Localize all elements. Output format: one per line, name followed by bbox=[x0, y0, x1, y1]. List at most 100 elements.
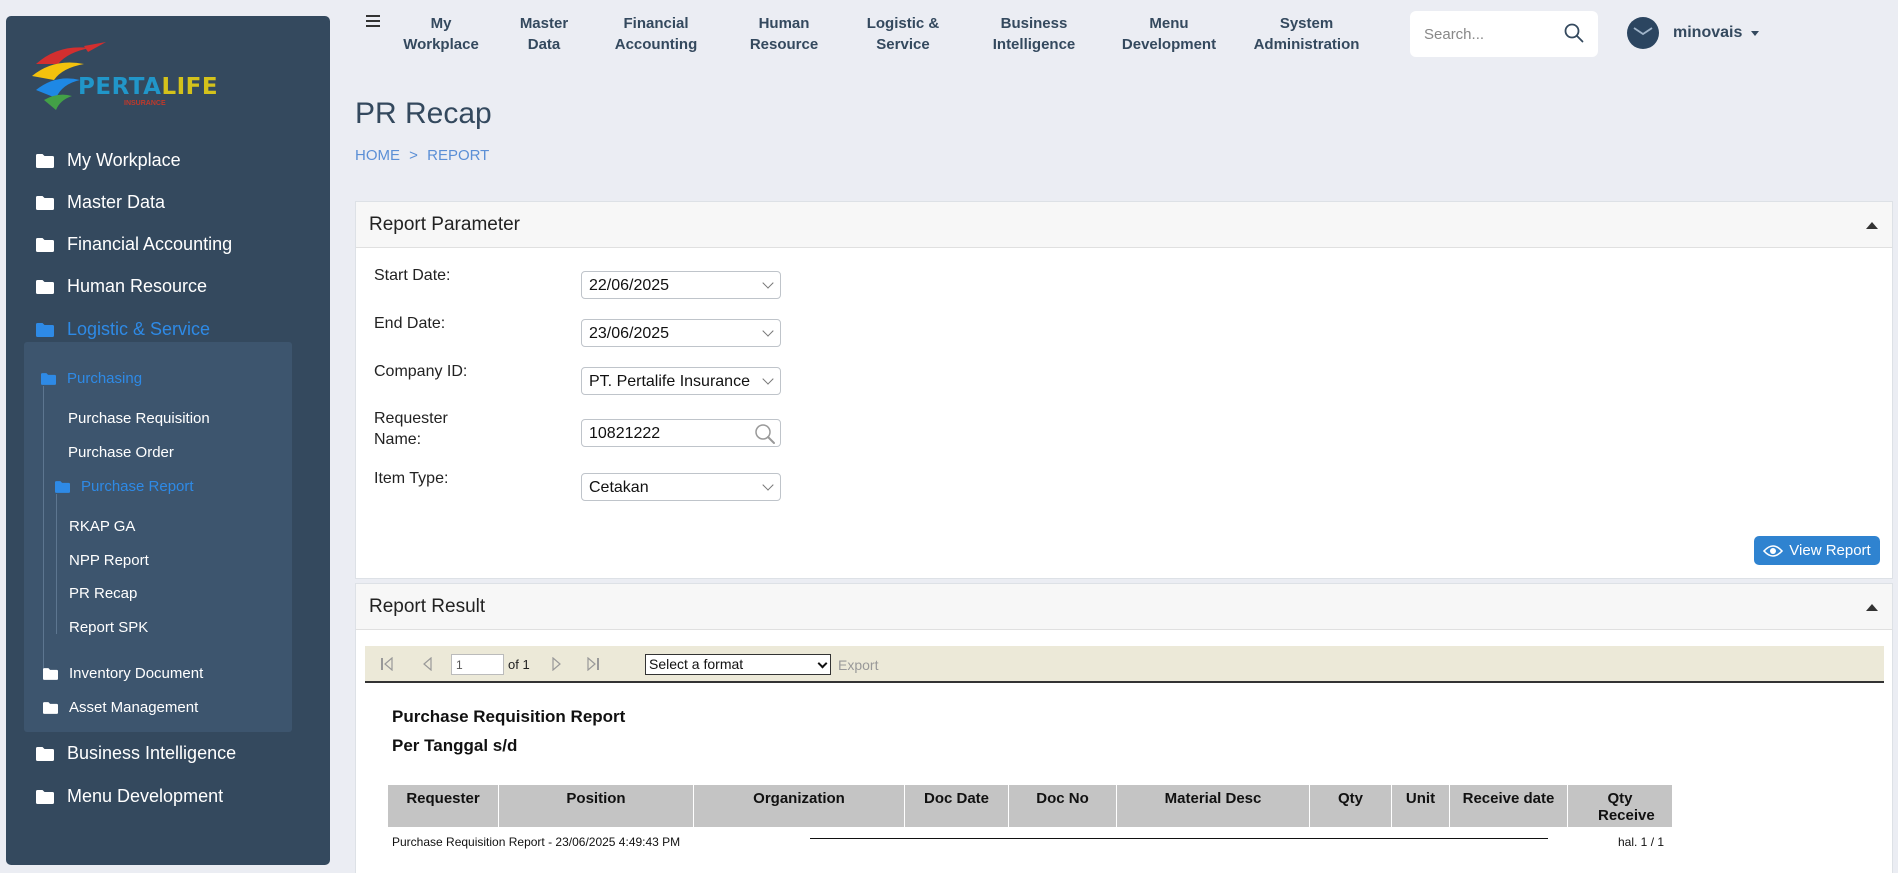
start-date-label: Start Date: bbox=[374, 267, 451, 284]
company-id-select[interactable]: PT. Pertalife Insurance bbox=[581, 367, 781, 395]
column-header-doc-date: Doc Date bbox=[905, 785, 1009, 827]
avatar bbox=[1627, 17, 1659, 49]
sidebar-item-rkap-ga[interactable]: RKAP GA bbox=[69, 518, 135, 535]
topnav-master-data[interactable]: Master Data bbox=[504, 13, 584, 55]
sidebar-item-purchase-order[interactable]: Purchase Order bbox=[68, 444, 174, 461]
sidebar-item-label: Financial Accounting bbox=[67, 234, 233, 254]
folder-open-icon bbox=[41, 372, 56, 385]
end-date-value: 23/06/2025 bbox=[589, 325, 670, 342]
export-format-select[interactable]: Select a format bbox=[645, 654, 831, 675]
view-report-button[interactable]: View Report bbox=[1754, 536, 1880, 565]
sidebar-item-my-workplace[interactable]: My Workplace bbox=[36, 150, 181, 171]
sidebar-item-label: Business Intelligence bbox=[67, 743, 237, 763]
folder-icon bbox=[36, 237, 54, 252]
last-page-icon[interactable] bbox=[586, 657, 600, 671]
folder-icon bbox=[43, 667, 58, 680]
topnav-logistic-service[interactable]: Logistic & Service bbox=[853, 13, 953, 55]
sidebar-item-label: Purchase Report bbox=[81, 478, 194, 495]
chevron-down-icon bbox=[762, 373, 774, 385]
tree-line bbox=[56, 494, 57, 634]
topnav-human-resource[interactable]: Human Resource bbox=[734, 13, 834, 55]
report-parameter-panel: Report Parameter Start Date: 22/06/2025 … bbox=[355, 201, 1893, 579]
column-header-receive-date: Receive date bbox=[1450, 785, 1568, 827]
sidebar-item-label: RKAP GA bbox=[69, 518, 136, 535]
sidebar-item-financial-accounting[interactable]: Financial Accounting bbox=[36, 234, 232, 255]
column-header-requester: Requester bbox=[388, 785, 499, 827]
sidebar-item-npp-report[interactable]: NPP Report bbox=[69, 552, 149, 569]
first-page-icon[interactable] bbox=[380, 657, 394, 671]
sidebar-item-master-data[interactable]: Master Data bbox=[36, 192, 165, 213]
topnav-system-administration[interactable]: System Administration bbox=[1249, 13, 1364, 55]
column-header-organization: Organization bbox=[694, 785, 905, 827]
report-table-header: Requester Position Organization Doc Date… bbox=[388, 785, 1672, 827]
column-header-unit: Unit bbox=[1392, 785, 1450, 827]
sidebar-item-label: Purchase Requisition bbox=[68, 410, 210, 427]
breadcrumb-home[interactable]: HOME bbox=[355, 147, 400, 164]
start-date-field[interactable]: 22/06/2025 bbox=[581, 271, 781, 299]
folder-icon bbox=[36, 789, 54, 804]
breadcrumb-report[interactable]: REPORT bbox=[427, 147, 489, 164]
end-date-field[interactable]: 23/06/2025 bbox=[581, 319, 781, 347]
requester-name-field[interactable]: 10821222 bbox=[581, 419, 781, 447]
sidebar-item-label: Purchase Order bbox=[68, 444, 174, 461]
logo-wordmark: PERTALIFE bbox=[78, 74, 219, 100]
folder-icon bbox=[36, 195, 54, 210]
sidebar-item-label: Asset Management bbox=[69, 699, 199, 716]
envelope-icon bbox=[1633, 27, 1653, 36]
sidebar-item-human-resource[interactable]: Human Resource bbox=[36, 276, 207, 297]
export-link[interactable]: Export bbox=[838, 657, 878, 673]
sidebar-item-label: My Workplace bbox=[67, 150, 181, 170]
sidebar-item-label: Purchasing bbox=[67, 370, 143, 387]
folder-open-icon bbox=[36, 322, 54, 337]
sidebar-item-report-spk[interactable]: Report SPK bbox=[69, 619, 148, 636]
folder-icon bbox=[36, 279, 54, 294]
hummingbird-icon bbox=[32, 42, 106, 110]
collapse-arrow-icon[interactable] bbox=[1866, 222, 1878, 229]
collapse-arrow-icon[interactable] bbox=[1866, 604, 1878, 611]
sidebar-item-label: Master Data bbox=[67, 192, 166, 212]
topnav-label: System bbox=[1279, 15, 1334, 32]
folder-icon bbox=[36, 153, 54, 168]
panel-header: Report Parameter bbox=[356, 202, 1892, 248]
search-input[interactable] bbox=[1424, 23, 1554, 45]
requester-name-value: 10821222 bbox=[589, 425, 661, 442]
sidebar-item-menu-development[interactable]: Menu Development bbox=[36, 786, 223, 807]
sidebar-item-pr-recap[interactable]: PR Recap bbox=[69, 585, 137, 602]
company-id-value: PT. Pertalife Insurance bbox=[589, 373, 750, 390]
user-menu[interactable]: minovais bbox=[1627, 17, 1760, 49]
topnav-label: Logistic & bbox=[866, 15, 940, 32]
sidebar-item-label: NPP Report bbox=[69, 552, 149, 569]
topnav-label: Administration bbox=[1253, 36, 1360, 53]
page-number-input[interactable] bbox=[451, 654, 504, 675]
sidebar-item-purchase-requisition[interactable]: Purchase Requisition bbox=[68, 410, 210, 427]
sidebar-item-logistic-service[interactable]: Logistic & Service bbox=[36, 319, 210, 340]
sidebar-item-purchase-report[interactable]: Purchase Report bbox=[55, 478, 194, 495]
sidebar: PERTALIFE INSURANCE My Workplace Master … bbox=[6, 16, 330, 865]
sidebar-item-business-intelligence[interactable]: Business Intelligence bbox=[36, 743, 236, 764]
topnav-label: Accounting bbox=[614, 36, 698, 53]
pertalife-logo[interactable]: PERTALIFE INSURANCE bbox=[28, 34, 218, 120]
hamburger-menu-icon[interactable] bbox=[366, 15, 380, 27]
search-icon[interactable] bbox=[1564, 23, 1584, 43]
topnav-menu-development[interactable]: Menu Development bbox=[1114, 13, 1224, 55]
report-result-panel: Report Result of 1 Select a format Expor… bbox=[355, 583, 1893, 873]
panel-title: Report Parameter bbox=[369, 214, 521, 235]
topnav-label: Workplace bbox=[403, 36, 479, 53]
topnav-financial-accounting[interactable]: Financial Accounting bbox=[606, 13, 706, 55]
lookup-search-icon[interactable] bbox=[754, 423, 776, 445]
next-page-icon[interactable] bbox=[551, 657, 563, 671]
previous-page-icon[interactable] bbox=[421, 657, 433, 671]
tree-line bbox=[43, 386, 44, 676]
page-of-label: of 1 bbox=[508, 657, 530, 672]
item-type-select[interactable]: Cetakan bbox=[581, 473, 781, 501]
topnav-label: Menu bbox=[1149, 15, 1189, 32]
sidebar-item-asset-management[interactable]: Asset Management bbox=[43, 699, 198, 716]
page-title: PR Recap bbox=[355, 97, 492, 130]
topnav-my-workplace[interactable]: My Workplace bbox=[396, 13, 486, 55]
sidebar-item-purchasing[interactable]: Purchasing bbox=[41, 370, 142, 387]
report-footer-page: hal. 1 / 1 bbox=[1618, 835, 1665, 849]
sidebar-item-inventory-document[interactable]: Inventory Document bbox=[43, 665, 203, 682]
user-name: minovais bbox=[1673, 24, 1743, 41]
topnav-business-intelligence[interactable]: Business Intelligence bbox=[984, 13, 1084, 55]
chevron-down-icon bbox=[817, 658, 828, 669]
